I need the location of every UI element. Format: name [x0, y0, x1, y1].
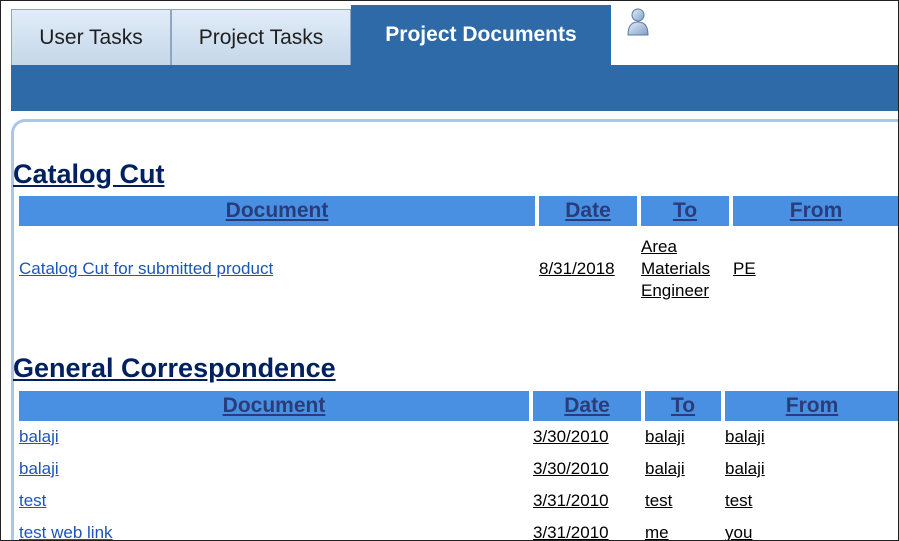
section-title-catalog-cut: Catalog Cut	[13, 159, 165, 189]
from-cell: PE	[733, 259, 756, 278]
catalog-cut-table: Document Date To From Catalog Cut for su…	[15, 196, 898, 312]
document-link[interactable]: test web link	[19, 523, 113, 540]
toolbar-band	[11, 65, 898, 111]
document-link[interactable]: test	[19, 491, 46, 510]
to-cell: balaji	[645, 459, 685, 478]
document-link[interactable]: balaji	[19, 459, 59, 478]
from-cell: balaji	[725, 427, 765, 446]
col-header-to[interactable]: To	[645, 391, 721, 421]
document-link[interactable]: balaji	[19, 427, 59, 446]
tab-bar: User Tasks Project Tasks Project Documen…	[1, 1, 898, 65]
table-row: balaji 3/30/2010 balaji balaji	[19, 421, 898, 453]
col-header-date[interactable]: Date	[539, 196, 637, 226]
col-header-date[interactable]: Date	[533, 391, 641, 421]
col-header-document[interactable]: Document	[19, 196, 535, 226]
table-header-row: Document Date To From	[19, 196, 898, 226]
from-cell: balaji	[725, 459, 765, 478]
from-cell: test	[725, 491, 753, 510]
tab-project-tasks[interactable]: Project Tasks	[171, 9, 351, 65]
section-title-general-correspondence: General Correspondence	[13, 353, 336, 383]
general-correspondence-table: Document Date To From balaji 3/30/2010 b…	[15, 391, 898, 541]
from-cell: you	[725, 523, 753, 541]
user-icon[interactable]	[625, 7, 651, 37]
table-row: Catalog Cut for submitted product 8/31/2…	[19, 226, 898, 312]
tab-project-documents[interactable]: Project Documents	[351, 5, 611, 65]
date-cell: 8/31/2018	[539, 259, 615, 278]
date-cell: 3/30/2010	[533, 459, 609, 478]
col-header-from[interactable]: From	[733, 196, 898, 226]
table-row: balaji 3/30/2010 balaji balaji	[19, 453, 898, 485]
document-link[interactable]: Catalog Cut for submitted product	[19, 259, 273, 278]
to-cell: me	[645, 523, 669, 541]
date-cell: 3/31/2010	[533, 491, 609, 510]
to-cell: Area Materials Engineer	[641, 237, 710, 300]
date-cell: 3/30/2010	[533, 427, 609, 446]
col-header-document[interactable]: Document	[19, 391, 529, 421]
table-header-row: Document Date To From	[19, 391, 898, 421]
col-header-to[interactable]: To	[641, 196, 729, 226]
tab-user-tasks[interactable]: User Tasks	[11, 9, 171, 65]
to-cell: test	[645, 491, 673, 510]
table-row: test 3/31/2010 test test	[19, 485, 898, 517]
col-header-from[interactable]: From	[725, 391, 898, 421]
date-cell: 3/31/2010	[533, 523, 609, 541]
app-frame: User Tasks Project Tasks Project Documen…	[0, 0, 899, 541]
table-row: test web link 3/31/2010 me you	[19, 517, 898, 541]
to-cell: balaji	[645, 427, 685, 446]
